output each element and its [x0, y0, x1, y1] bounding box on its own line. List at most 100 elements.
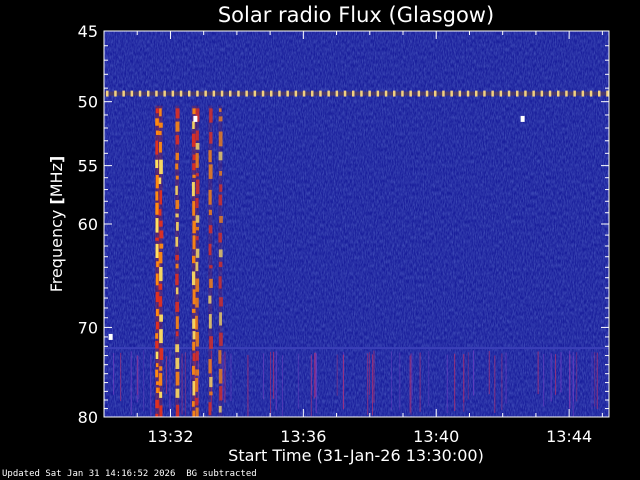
- interference-dash: [475, 90, 478, 97]
- burst-segment: [159, 230, 164, 239]
- spectrogram-figure: Solar radio Flux (Glasgow) 13:32 13:36 13:…: [47, 3, 610, 465]
- interference-dash: [286, 90, 289, 97]
- burst-segment: [159, 243, 164, 249]
- burst-segment: [159, 391, 163, 398]
- burst-segment: [158, 296, 163, 307]
- burst-segment: [155, 191, 159, 201]
- burst-segment: [175, 301, 180, 312]
- burst-segment: [155, 273, 159, 286]
- burst-segment: [175, 316, 179, 329]
- burst-segment: [209, 278, 213, 288]
- burst-segment: [175, 200, 180, 209]
- burst-segment: [218, 131, 223, 147]
- burst-segment: [175, 108, 180, 119]
- interference-dash: [401, 90, 404, 97]
- y-tick-label: 50: [78, 93, 98, 112]
- x-axis-label: Start Time (31-Jan-26 13:30:00): [228, 446, 484, 465]
- x-tick-label: 13:32: [147, 427, 193, 446]
- burst-segment: [195, 378, 199, 392]
- interference-dash: [507, 90, 511, 97]
- burst-segment: [191, 182, 195, 197]
- burst-segment: [175, 254, 179, 261]
- burst-segment: [195, 173, 199, 177]
- burst-segment: [158, 209, 162, 216]
- burst-segment: [219, 332, 223, 346]
- interference-dash: [442, 90, 445, 97]
- burst-segment: [158, 252, 163, 264]
- burst-segment: [155, 237, 159, 241]
- burst-segment: [209, 265, 213, 269]
- burst-segment: [218, 350, 222, 364]
- burst-segment: [158, 283, 163, 290]
- interference-dash: [573, 90, 576, 97]
- burst-segment: [191, 255, 196, 264]
- burst-segment: [195, 248, 200, 258]
- interference-dash: [163, 90, 166, 97]
- burst-segment: [159, 267, 163, 282]
- burst-segment: [159, 220, 163, 227]
- burst-segment: [192, 381, 196, 396]
- burst-segment: [195, 369, 200, 376]
- interference-dash: [220, 90, 224, 97]
- burst-segment: [155, 108, 159, 114]
- burst-segment: [159, 329, 163, 344]
- burst-segment: [191, 271, 196, 286]
- interference-dash: [261, 90, 265, 97]
- burst-segment: [218, 261, 223, 267]
- burst-segment: [155, 159, 159, 169]
- footer: Updated Sat Jan 31 14:16:52 2026 BG subt…: [2, 469, 257, 479]
- burst-segment: [219, 184, 223, 192]
- burst-segment: [218, 249, 223, 258]
- interference-dash: [360, 90, 363, 97]
- burst-segment: [175, 287, 179, 295]
- burst-segment: [218, 276, 222, 289]
- burst-segment: [159, 366, 163, 371]
- interference-dash: [606, 90, 609, 97]
- burst-segment: [191, 401, 195, 407]
- interference-dash: [138, 90, 142, 97]
- burst-segment: [175, 331, 179, 337]
- interference-dash: [155, 90, 158, 97]
- burst-segment: [218, 194, 223, 206]
- burst-segment: [208, 164, 213, 179]
- burst-segment: [159, 159, 163, 175]
- burst-segment: [195, 315, 198, 330]
- interference-dash: [319, 90, 322, 97]
- interference-dash: [196, 90, 199, 97]
- burst-segment: [155, 340, 159, 349]
- interference-dash: [179, 90, 183, 97]
- burst-segment: [208, 243, 212, 256]
- x-tick-label: 13:44: [546, 427, 592, 446]
- burst-segment: [155, 140, 159, 155]
- burst-segment: [192, 410, 196, 417]
- interference-dash: [343, 90, 347, 97]
- y-tick-label: 70: [78, 318, 98, 337]
- interference-dash: [130, 90, 134, 97]
- interference-dash: [565, 90, 568, 97]
- interference-dash: [229, 90, 232, 97]
- burst-segment: [155, 363, 159, 368]
- interference-dash: [548, 90, 552, 97]
- interference-dash: [278, 90, 281, 97]
- footer-note: BG subtracted: [186, 469, 257, 479]
- interference-dash: [491, 90, 494, 97]
- burst-segment: [159, 348, 164, 360]
- burst-segment: [208, 359, 212, 374]
- burst-segment: [192, 341, 196, 351]
- interference-dash: [483, 90, 486, 97]
- interference-dash: [425, 90, 429, 97]
- interference-dash: [352, 90, 355, 97]
- burst-segment: [155, 243, 159, 258]
- y-tick-label: 45: [78, 22, 98, 41]
- interference-dash: [335, 90, 339, 97]
- burst-segment: [175, 135, 180, 145]
- burst-segment: [208, 150, 212, 163]
- burst-segment: [209, 376, 213, 388]
- burst-segment: [195, 297, 199, 308]
- interference-dash: [434, 90, 437, 97]
- interference-dash: [499, 90, 503, 97]
- interference-dash: [253, 90, 257, 97]
- burst-segment: [176, 404, 180, 417]
- burst-segment: [219, 171, 223, 176]
- burst-segment: [176, 222, 179, 231]
